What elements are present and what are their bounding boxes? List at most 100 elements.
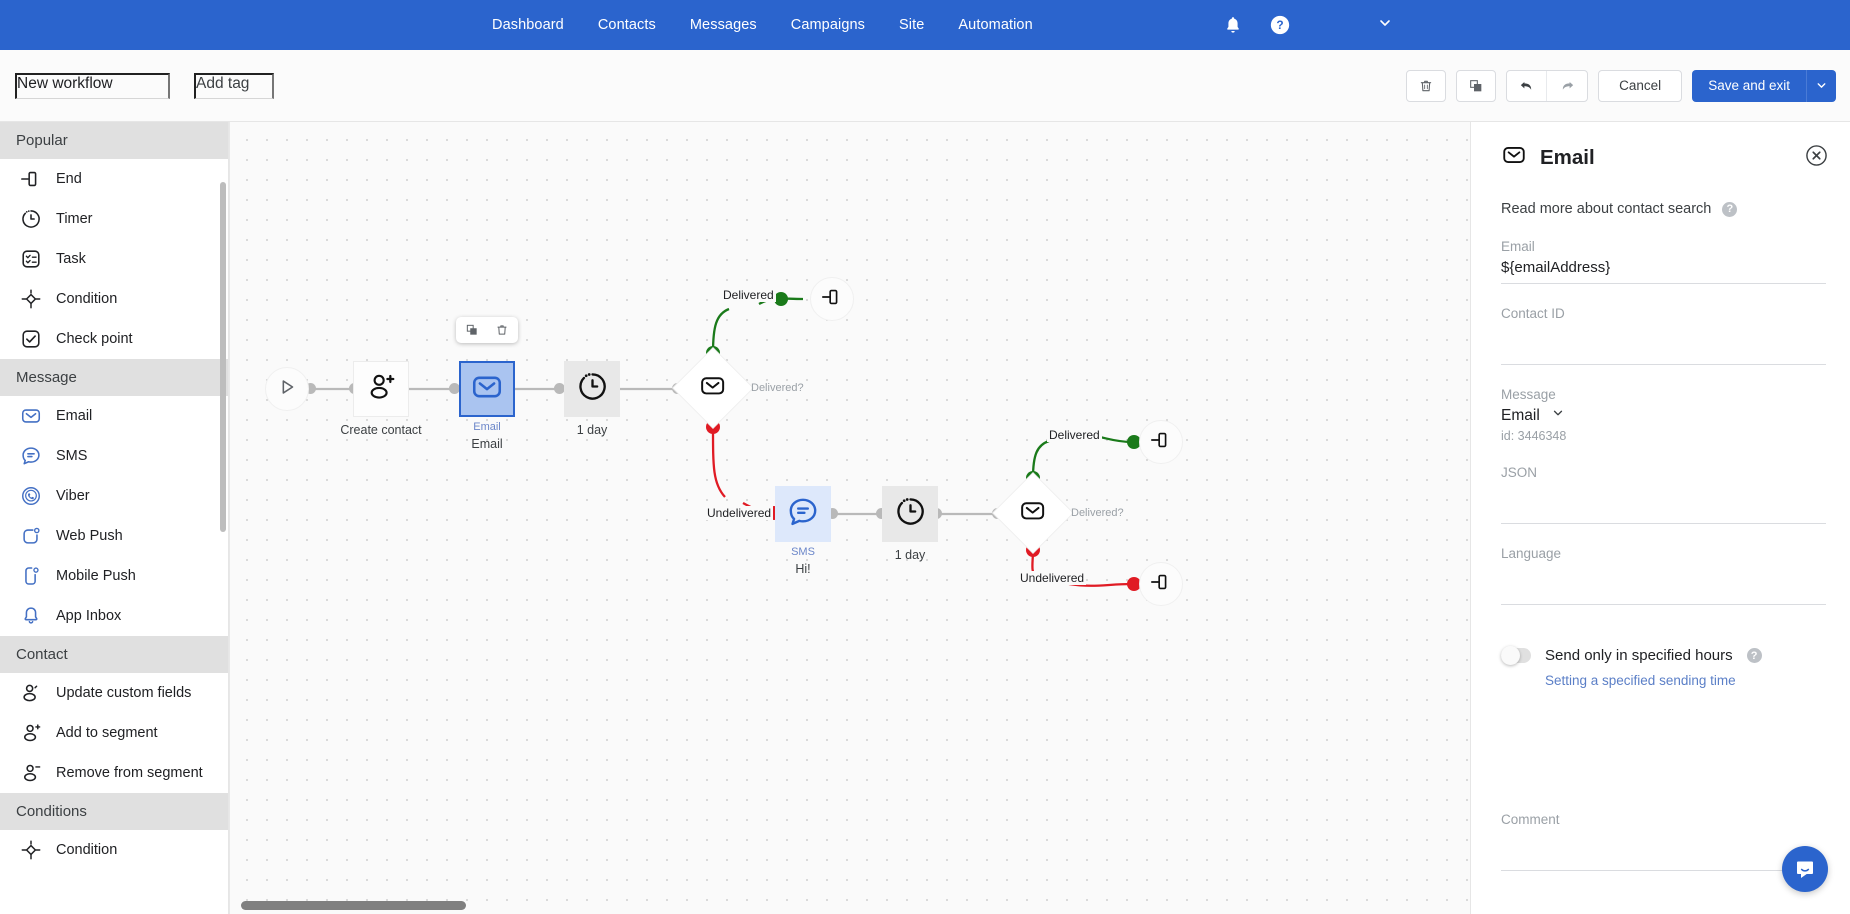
node-create-contact[interactable]: Create contact bbox=[340, 361, 422, 437]
condition-node-diamond[interactable] bbox=[993, 473, 1073, 553]
end-node-icon bbox=[821, 286, 843, 313]
help-circle-icon[interactable]: ? bbox=[1722, 201, 1738, 217]
save-options-chevron-down-icon[interactable] bbox=[1806, 69, 1836, 102]
workflow-edges bbox=[311, 297, 1133, 587]
sidebar-item-end[interactable]: End bbox=[0, 159, 228, 199]
end-node-circle[interactable] bbox=[1139, 420, 1183, 464]
sidebar-item-label: Email bbox=[56, 408, 93, 424]
top-navigation-bar: Dashboard Contacts Messages Campaigns Si… bbox=[0, 0, 1850, 50]
node-condition-1[interactable]: Delivered? bbox=[673, 348, 804, 428]
copy-workflow-button[interactable] bbox=[1456, 69, 1497, 102]
sidebar-item-sms[interactable]: SMS bbox=[0, 436, 228, 476]
create-contact-node-box[interactable] bbox=[353, 361, 409, 417]
sidebar-item-label: App Inbox bbox=[56, 608, 122, 624]
node-sms-1[interactable]: SMS Hi! bbox=[775, 486, 831, 576]
sidebar-item-web-push[interactable]: Web Push bbox=[0, 516, 228, 556]
sidebar-item-app-inbox[interactable]: App Inbox bbox=[0, 596, 228, 636]
email-envelope-icon bbox=[470, 370, 504, 409]
node-email-1[interactable]: Email Email bbox=[456, 317, 518, 451]
message-select-value: Email bbox=[1501, 406, 1540, 424]
email-settings-panel: Email Read more about contact search ? E… bbox=[1470, 122, 1850, 914]
nav-link-campaigns[interactable]: Campaigns bbox=[791, 17, 865, 33]
save-and-exit-button[interactable]: Save and exit bbox=[1692, 69, 1806, 102]
sidebar-item-label: Check point bbox=[56, 331, 133, 347]
node-start[interactable] bbox=[265, 367, 309, 411]
node-end-2[interactable] bbox=[1139, 420, 1183, 464]
email-node-box-selected[interactable] bbox=[459, 361, 515, 417]
help-circle-icon[interactable]: ? bbox=[1746, 648, 1762, 663]
undo-redo-group bbox=[1506, 69, 1589, 102]
nav-link-site[interactable]: Site bbox=[899, 17, 924, 33]
sidebar-item-label: Update custom fields bbox=[56, 685, 192, 701]
send-only-in-specified-hours-toggle[interactable] bbox=[1501, 646, 1531, 665]
node-copy-button[interactable] bbox=[460, 318, 484, 342]
sidebar-item-mobile-push[interactable]: Mobile Push bbox=[0, 556, 228, 596]
sidebar-item-label: Viber bbox=[56, 488, 90, 504]
task-checklist-icon bbox=[20, 248, 42, 270]
node-end-1[interactable] bbox=[810, 277, 854, 321]
close-circle-icon[interactable] bbox=[1805, 144, 1828, 172]
nav-link-dashboard[interactable]: Dashboard bbox=[492, 17, 564, 33]
edge-label-undelivered-1: Undelivered bbox=[705, 506, 774, 520]
sidebar-item-conditions-condition[interactable]: Condition bbox=[0, 830, 228, 870]
cancel-button[interactable]: Cancel bbox=[1598, 69, 1683, 102]
redo-button[interactable] bbox=[1547, 71, 1587, 101]
start-node-circle[interactable] bbox=[265, 367, 309, 411]
workflow-name-input[interactable] bbox=[15, 72, 170, 99]
timer-node-box[interactable] bbox=[882, 486, 938, 542]
node-timer-1[interactable]: 1 day bbox=[564, 361, 620, 437]
sidebar-item-timer[interactable]: Timer bbox=[0, 199, 228, 239]
nav-link-automation[interactable]: Automation bbox=[958, 17, 1032, 33]
sidebar-item-condition[interactable]: Condition bbox=[0, 279, 228, 319]
sidebar-scrollbar[interactable] bbox=[220, 182, 226, 532]
sidebar-item-add-to-segment[interactable]: Add to segment bbox=[0, 713, 228, 753]
sms-node-box[interactable] bbox=[775, 486, 831, 542]
email-field[interactable]: ${emailAddress} bbox=[1501, 254, 1826, 284]
read-more-label[interactable]: Read more about contact search bbox=[1501, 201, 1711, 217]
sidebar-item-task[interactable]: Task bbox=[0, 239, 228, 279]
end-node-circle[interactable] bbox=[810, 277, 854, 321]
sidebar-item-viber[interactable]: Viber bbox=[0, 476, 228, 516]
account-chevron-down-icon[interactable] bbox=[1377, 15, 1393, 36]
condition-question-label: Delivered? bbox=[751, 382, 804, 394]
user-add-icon bbox=[365, 371, 397, 408]
chat-bubble-icon[interactable] bbox=[1782, 846, 1828, 892]
nav-right-actions: ? bbox=[1223, 14, 1393, 36]
bell-icon[interactable] bbox=[1223, 15, 1243, 35]
workflow-canvas[interactable]: Create contact Email Email 1 day Deliver… bbox=[229, 122, 1470, 914]
node-sublabel: Email bbox=[473, 421, 501, 433]
node-timer-2[interactable]: 1 day bbox=[882, 486, 938, 562]
sidebar-item-email[interactable]: Email bbox=[0, 396, 228, 436]
canvas-horizontal-scrollbar[interactable] bbox=[241, 901, 466, 910]
contact-id-field[interactable] bbox=[1501, 321, 1826, 365]
sidebar-item-update-custom-fields[interactable]: Update custom fields bbox=[0, 673, 228, 713]
sidebar-item-check-point[interactable]: Check point bbox=[0, 319, 228, 359]
node-condition-2[interactable]: Delivered? bbox=[993, 473, 1124, 553]
sidebar-section-conditions: Conditions bbox=[0, 793, 228, 830]
edge-label-delivered-1: Delivered bbox=[721, 288, 776, 302]
workflow-tag-input[interactable] bbox=[194, 72, 274, 99]
chevron-down-icon bbox=[1551, 406, 1565, 425]
message-select[interactable]: Email bbox=[1501, 402, 1826, 425]
delete-workflow-button[interactable] bbox=[1406, 69, 1447, 102]
copy-icon bbox=[466, 324, 477, 335]
undo-button[interactable] bbox=[1507, 70, 1548, 101]
condition-node-diamond[interactable] bbox=[673, 348, 753, 428]
setting-sending-time-link[interactable]: Setting a specified sending time bbox=[1545, 673, 1826, 688]
node-delete-button[interactable] bbox=[490, 318, 514, 342]
end-node-circle[interactable] bbox=[1139, 562, 1183, 606]
language-field[interactable] bbox=[1501, 561, 1826, 605]
sidebar-item-label: Mobile Push bbox=[56, 568, 136, 584]
json-field[interactable] bbox=[1501, 480, 1826, 524]
sidebar-item-remove-from-segment[interactable]: Remove from segment bbox=[0, 753, 228, 793]
language-field-label: Language bbox=[1501, 546, 1562, 561]
mobile-push-icon bbox=[20, 565, 42, 587]
node-end-3[interactable] bbox=[1139, 562, 1183, 606]
nav-link-contacts[interactable]: Contacts bbox=[598, 17, 656, 33]
help-circle-icon[interactable]: ? bbox=[1269, 14, 1291, 36]
nav-link-messages[interactable]: Messages bbox=[690, 17, 757, 33]
user-edit-icon bbox=[20, 682, 42, 704]
email-envelope-icon bbox=[1019, 497, 1047, 530]
timer-node-box[interactable] bbox=[564, 361, 620, 417]
comment-field[interactable] bbox=[1501, 827, 1826, 871]
